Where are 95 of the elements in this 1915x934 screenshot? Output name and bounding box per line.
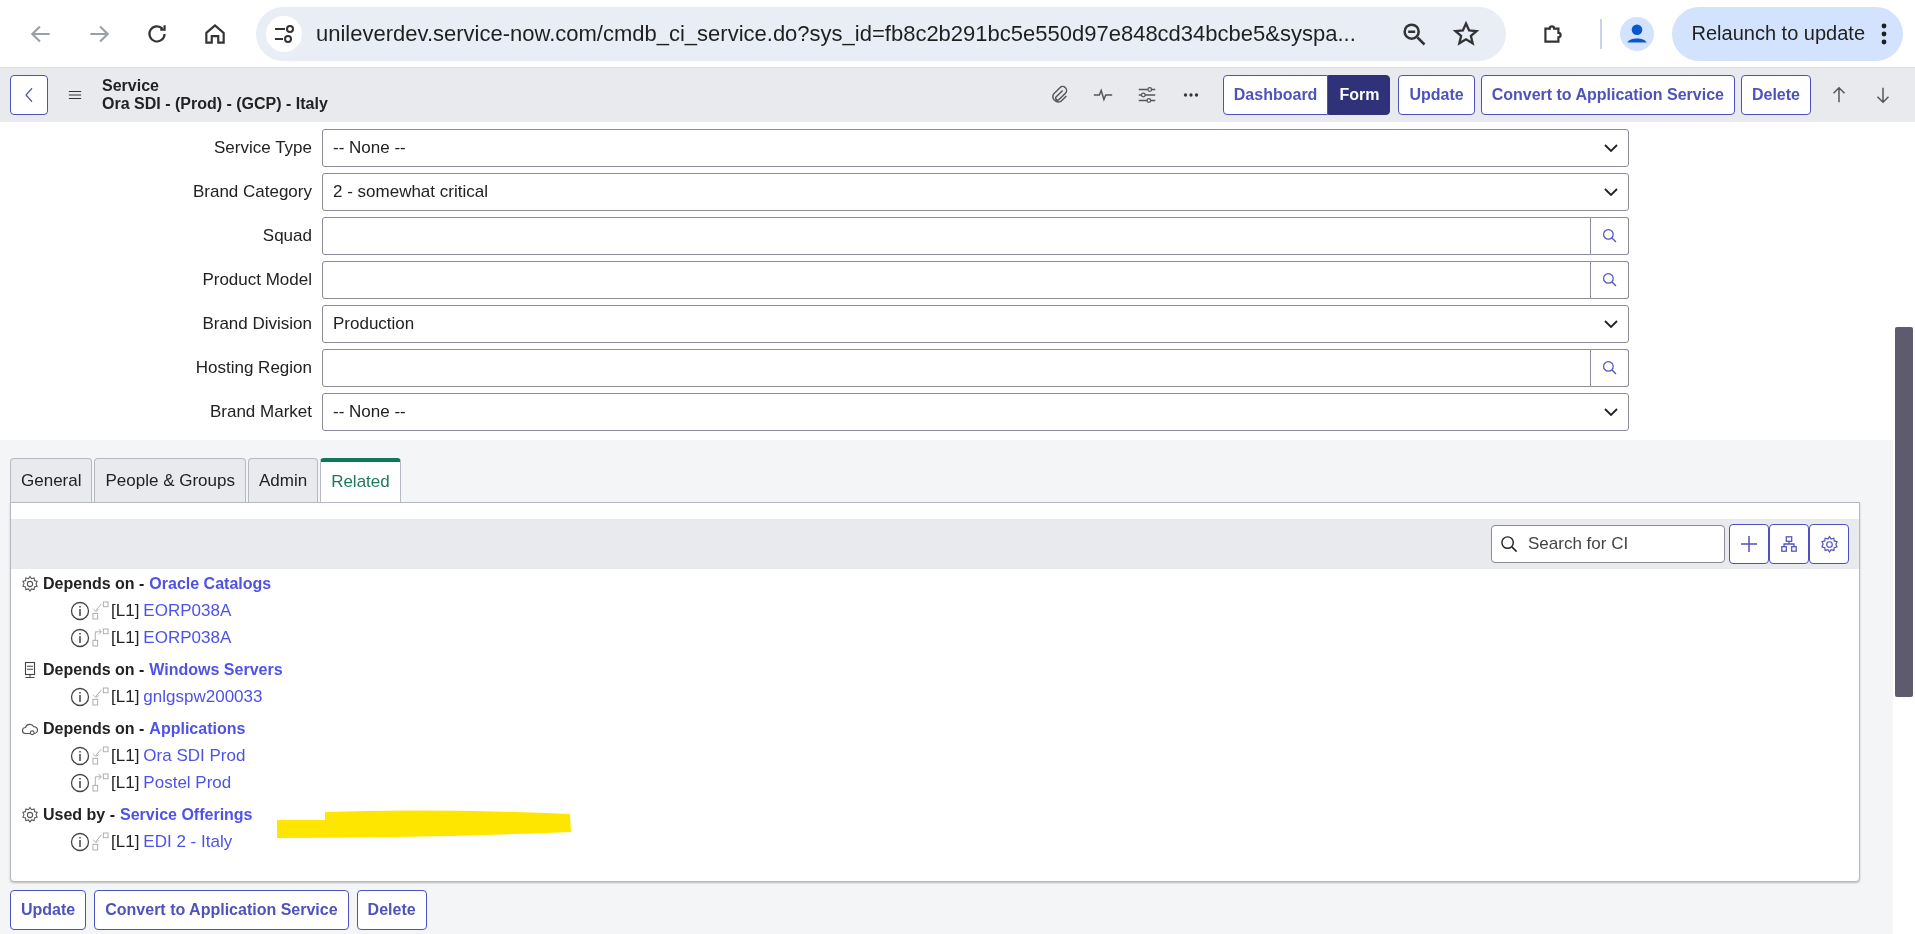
form-action-button[interactable]: Convert to Application Service xyxy=(94,890,349,930)
view-toggle-button[interactable]: Form xyxy=(1328,75,1391,115)
select-field[interactable]: 2 - somewhat critical xyxy=(322,173,1629,211)
relation-down-icon xyxy=(92,832,109,851)
lookup-button[interactable] xyxy=(1591,217,1629,255)
ci-link[interactable]: Postel Prod xyxy=(143,772,232,793)
search-icon xyxy=(1601,360,1618,376)
ci-link[interactable]: EORP038A xyxy=(143,600,232,621)
chevron-down-icon xyxy=(1604,320,1618,328)
chevron-down-icon xyxy=(1604,408,1618,416)
form-action-button[interactable]: Delete xyxy=(356,890,427,930)
select-value: -- None -- xyxy=(333,138,407,158)
relation-label: Depends on - xyxy=(43,720,145,738)
hierarchy-button[interactable] xyxy=(1769,524,1809,564)
class-link[interactable]: Service Offerings xyxy=(120,806,253,824)
star-icon[interactable] xyxy=(1451,19,1480,48)
relation-up-icon xyxy=(92,773,109,792)
info-icon[interactable] xyxy=(70,772,90,793)
info-icon[interactable] xyxy=(70,831,90,852)
ci-link[interactable]: gnlgspw200033 xyxy=(143,686,263,707)
header-action-button[interactable]: Delete xyxy=(1740,75,1811,115)
select-value: Production xyxy=(333,314,416,334)
field-label: Hosting Region xyxy=(194,358,313,378)
search-field[interactable]: Search for CI xyxy=(1491,525,1725,563)
relation-down-icon xyxy=(92,687,109,706)
relation-label: Used by - xyxy=(43,806,115,824)
search-icon xyxy=(1601,272,1618,288)
header-action-button[interactable]: Update xyxy=(1398,75,1475,115)
ci-link[interactable]: EORP038A xyxy=(143,627,232,648)
plus-icon xyxy=(1739,534,1759,554)
info-icon[interactable] xyxy=(70,686,90,707)
chevron-left-icon xyxy=(23,85,35,105)
field-label: Brand Market xyxy=(208,402,313,422)
profile-icon[interactable] xyxy=(1619,16,1654,51)
select-field[interactable]: Production xyxy=(322,305,1629,343)
class-link[interactable]: Windows Servers xyxy=(149,661,283,679)
select-value: 2 - somewhat critical xyxy=(333,182,489,202)
hierarchy-icon xyxy=(1780,535,1798,553)
level-tag: [L1] xyxy=(111,745,140,766)
ci-link[interactable]: Ora SDI Prod xyxy=(143,745,246,766)
level-tag: [L1] xyxy=(111,772,140,793)
reference-field[interactable] xyxy=(322,261,1591,299)
section-tab[interactable]: Related xyxy=(320,458,401,502)
field-label: Squad xyxy=(261,226,313,246)
info-icon[interactable] xyxy=(70,627,90,648)
relaunch-button[interactable]: Relaunch to update xyxy=(1671,6,1903,61)
relation-down-icon xyxy=(92,601,109,620)
section-tab[interactable]: Admin xyxy=(247,458,319,502)
relation-down-icon xyxy=(92,746,109,765)
record-title: Ora SDI - (Prod) - (GCP) - Italy xyxy=(102,95,328,113)
address-bar[interactable]: unileverdev.service-now.com/cmdb_ci_service.do?sys_id=fb8c2b291bc5e550d97e848cd34bcbe5&syspa... xyxy=(256,6,1506,61)
lookup-button[interactable] xyxy=(1591,349,1629,387)
field-label: Service Type xyxy=(213,138,313,158)
relation-label: Depends on - xyxy=(43,575,145,593)
settings-button[interactable] xyxy=(1809,524,1849,564)
add-button[interactable] xyxy=(1729,524,1769,564)
scrollbar-thumb[interactable] xyxy=(1895,327,1913,697)
select-field[interactable]: -- None -- xyxy=(322,393,1629,431)
reference-field[interactable] xyxy=(322,349,1591,387)
level-tag: [L1] xyxy=(111,686,140,707)
select-field[interactable]: -- None -- xyxy=(322,129,1629,167)
info-icon[interactable] xyxy=(70,600,90,621)
gear-icon xyxy=(21,575,39,593)
field-label: Brand Category xyxy=(191,182,313,202)
view-toggle-button[interactable]: Dashboard xyxy=(1222,75,1329,115)
site-settings-icon[interactable] xyxy=(266,15,302,52)
level-tag: [L1] xyxy=(111,627,140,648)
level-tag: [L1] xyxy=(111,600,140,621)
record-type: Service xyxy=(102,77,160,95)
form-action-button[interactable]: Update xyxy=(10,890,87,930)
menu-icon[interactable] xyxy=(68,89,82,101)
chevron-down-icon xyxy=(1604,188,1618,196)
relation-label: Depends on - xyxy=(43,661,145,679)
search-icon xyxy=(1500,535,1519,554)
section-tab[interactable]: People & Groups xyxy=(94,458,246,502)
info-icon[interactable] xyxy=(70,745,90,766)
chevron-down-icon xyxy=(1604,144,1618,152)
gear-icon xyxy=(21,806,39,824)
section-tab[interactable]: General xyxy=(10,458,93,502)
level-tag: [L1] xyxy=(111,831,140,852)
select-value: -- None -- xyxy=(333,402,407,422)
settings-icon xyxy=(1819,534,1839,554)
class-link[interactable]: Applications xyxy=(149,720,246,738)
field-label: Brand Division xyxy=(201,314,313,334)
more-icon[interactable] xyxy=(1881,22,1887,45)
search-icon xyxy=(1601,228,1618,244)
relation-up-icon xyxy=(92,628,109,647)
class-link[interactable]: Oracle Catalogs xyxy=(149,575,272,593)
url-text: unileverdev.service-now.com/cmdb_ci_service.do?sys_id=fb8c2b291bc5e550d97e848cd34bcbe5&syspa... xyxy=(316,20,1357,47)
header-action-button[interactable]: Convert to Application Service xyxy=(1480,75,1735,115)
reference-field[interactable] xyxy=(322,217,1591,255)
ci-link[interactable]: EDI 2 - Italy xyxy=(143,831,233,852)
lookup-button[interactable] xyxy=(1591,261,1629,299)
field-label: Product Model xyxy=(201,270,313,290)
back-button[interactable] xyxy=(10,75,48,115)
